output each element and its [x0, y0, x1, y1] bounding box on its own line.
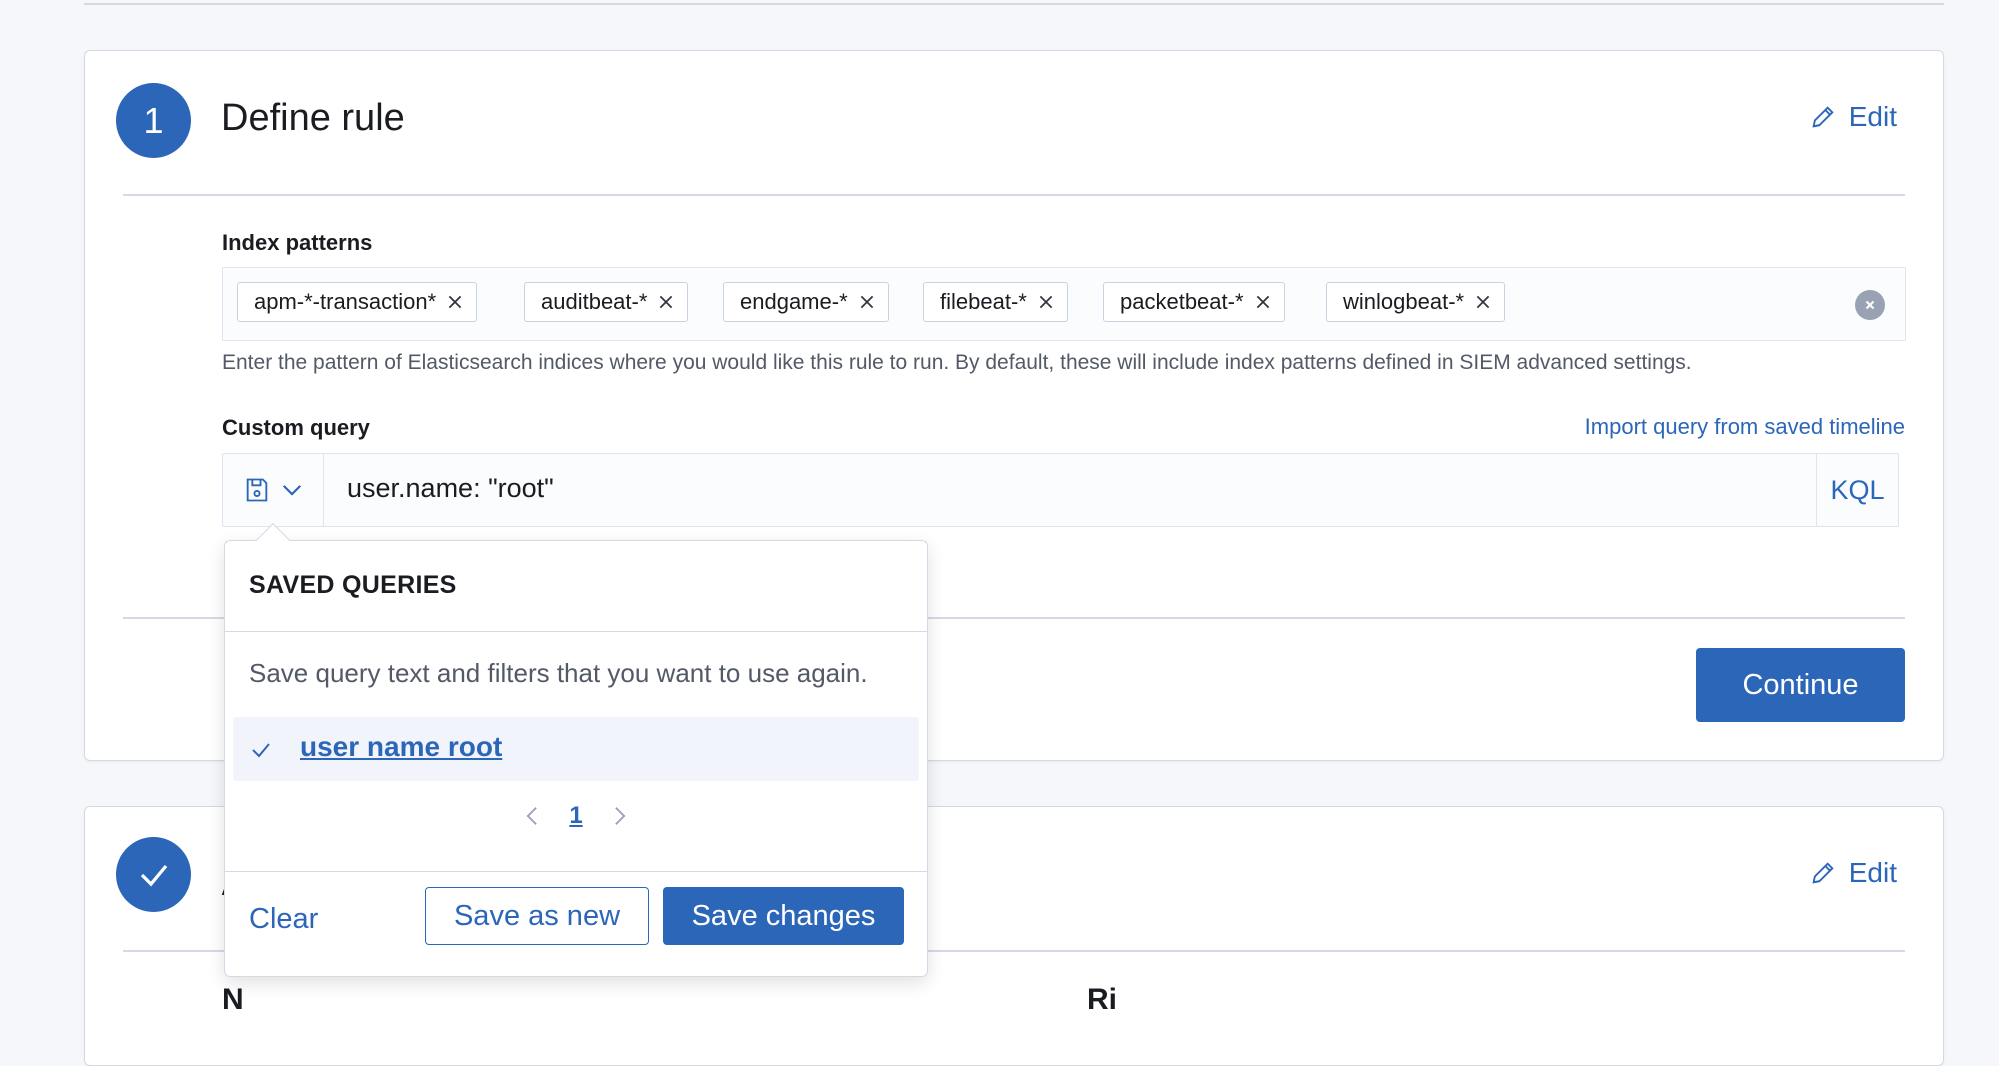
- query-input[interactable]: user.name: "root": [347, 473, 554, 504]
- query-language-button[interactable]: KQL: [1816, 454, 1898, 526]
- top-divider: [84, 0, 1944, 5]
- close-icon[interactable]: [1254, 293, 1272, 311]
- import-query-link[interactable]: Import query from saved timeline: [1585, 414, 1905, 440]
- index-pattern-tag: packetbeat-*: [1103, 282, 1285, 322]
- index-patterns-help: Enter the pattern of Elasticsearch indic…: [222, 351, 1692, 374]
- pagination: 1: [225, 791, 927, 841]
- save-as-new-button[interactable]: Save as new: [425, 887, 649, 945]
- saved-queries-button[interactable]: [223, 454, 324, 526]
- step-number-badge: 1: [116, 83, 191, 158]
- save-icon: [246, 478, 268, 502]
- saved-query-item[interactable]: user name root: [233, 717, 919, 781]
- continue-button[interactable]: Continue: [1696, 648, 1905, 722]
- save-changes-button[interactable]: Save changes: [663, 887, 904, 945]
- field-label-partial: Ri: [1087, 983, 1117, 1016]
- clear-button[interactable]: Clear: [249, 903, 318, 936]
- page-number[interactable]: 1: [569, 802, 582, 830]
- step-complete-badge: [116, 837, 191, 912]
- popover-divider: [225, 871, 927, 872]
- edit-label: Edit: [1848, 101, 1897, 132]
- clear-icon: [1865, 300, 1875, 310]
- popover-title: SAVED QUERIES: [249, 571, 457, 599]
- popover-description: Save query text and filters that you wan…: [249, 658, 868, 688]
- close-icon[interactable]: [1037, 293, 1055, 311]
- index-pattern-tag: winlogbeat-*: [1326, 282, 1506, 322]
- chevron-down-icon: [282, 485, 302, 496]
- index-pattern-tag: auditbeat-*: [524, 282, 689, 322]
- query-bar: user.name: "root" KQL: [222, 453, 1899, 527]
- pencil-icon: [1812, 862, 1834, 884]
- clear-all-button[interactable]: [1855, 290, 1885, 320]
- close-icon[interactable]: [446, 293, 464, 311]
- index-pattern-tag: filebeat-*: [923, 282, 1068, 322]
- saved-query-label[interactable]: user name root: [300, 731, 502, 763]
- step-title: Define rule: [221, 97, 405, 139]
- custom-query-label: Custom query: [222, 415, 370, 440]
- saved-queries-popover: SAVED QUERIES Save query text and filter…: [224, 523, 928, 977]
- section-divider: [123, 194, 1905, 196]
- edit-label: Edit: [1848, 857, 1897, 888]
- check-icon: [252, 743, 270, 758]
- popover-divider: [225, 631, 927, 632]
- chevron-left-icon[interactable]: [521, 805, 543, 827]
- step-number: 1: [143, 99, 164, 141]
- index-patterns-combobox[interactable]: apm-*-transaction* auditbeat-* endgame-*…: [222, 267, 1906, 341]
- field-label-partial: N: [222, 983, 244, 1016]
- index-pattern-tag: apm-*-transaction*: [237, 282, 478, 322]
- pencil-icon: [1812, 106, 1834, 128]
- edit-step-link[interactable]: Edit: [1809, 101, 1897, 133]
- close-icon[interactable]: [1474, 293, 1492, 311]
- index-pattern-tag: endgame-*: [723, 282, 889, 322]
- check-icon: [140, 864, 167, 886]
- edit-step-link[interactable]: Edit: [1809, 857, 1897, 889]
- chevron-right-icon[interactable]: [609, 805, 631, 827]
- close-icon[interactable]: [657, 293, 675, 311]
- index-patterns-label: Index patterns: [222, 230, 373, 255]
- close-icon[interactable]: [858, 293, 876, 311]
